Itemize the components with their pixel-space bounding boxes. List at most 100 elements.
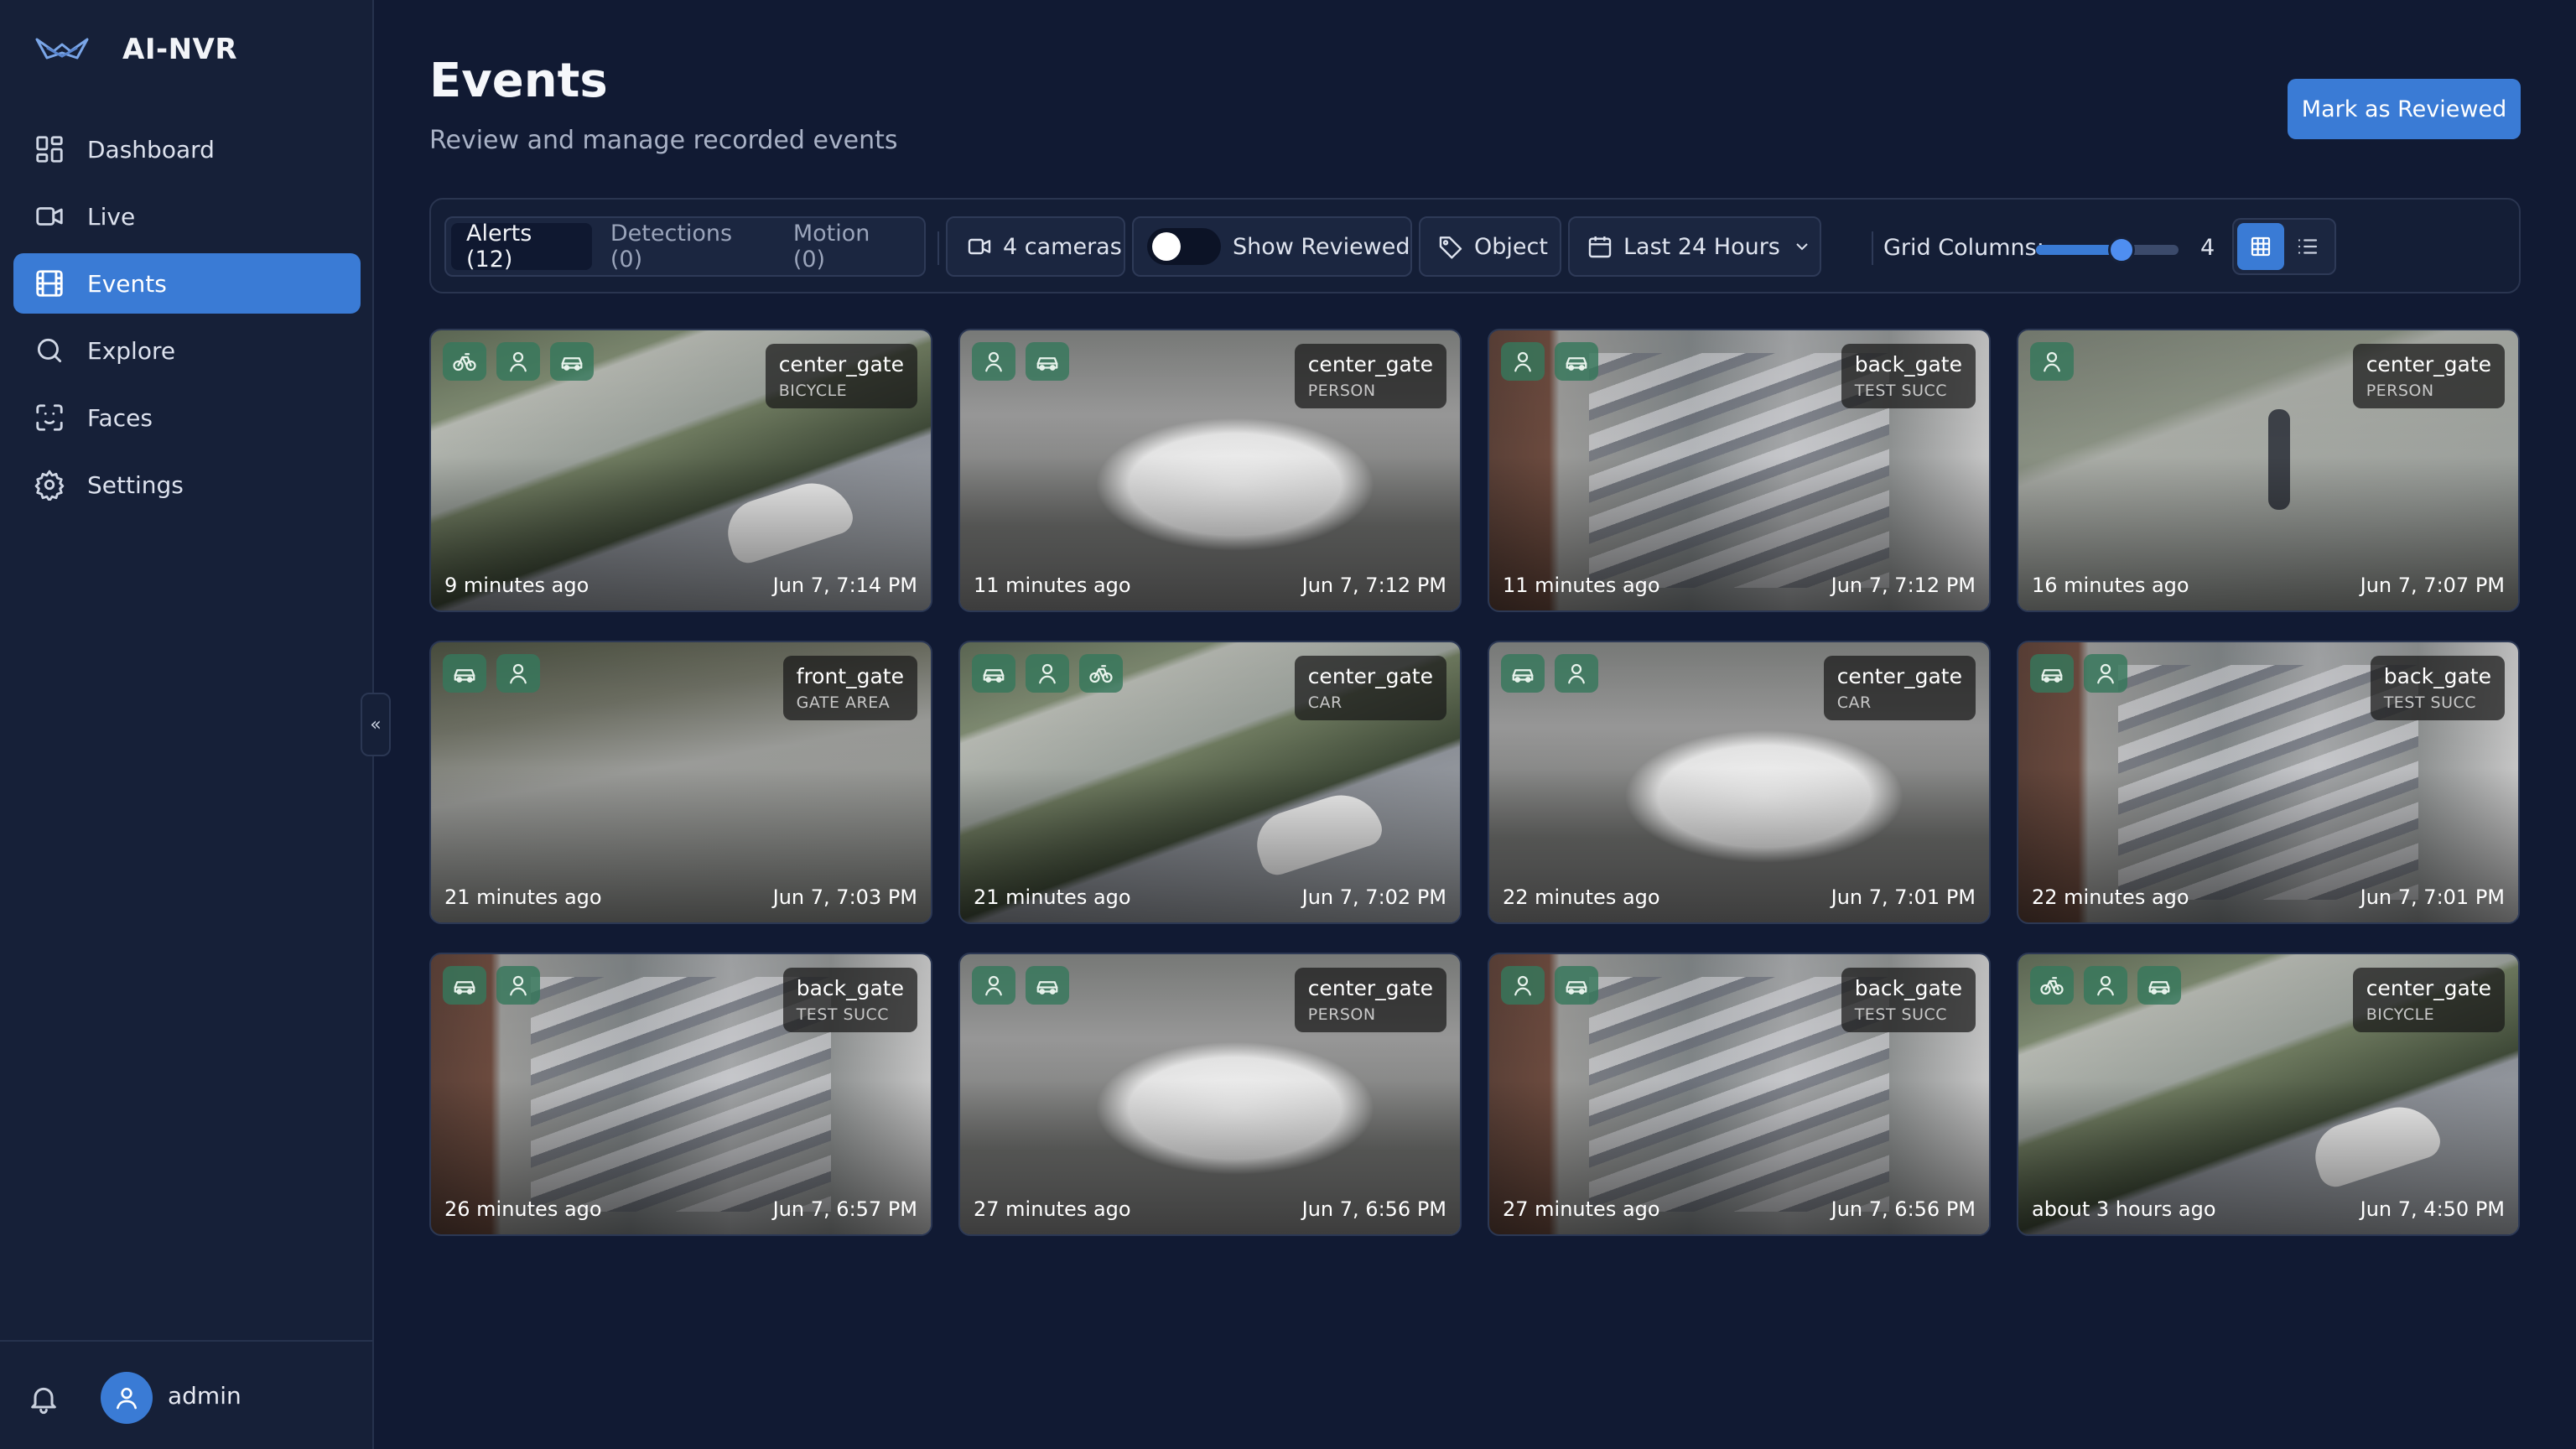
object-badges xyxy=(972,966,1079,1005)
event-card[interactable]: center_gate CAR 22 minutes ago Jun 7, 7:01 … xyxy=(1488,641,1991,924)
event-card[interactable]: back_gate TEST SUCC 22 minutes ago Jun 7, 7… xyxy=(2017,641,2520,924)
relative-time: about 3 hours ago xyxy=(2032,1197,2216,1221)
zone-label: BICYCLE xyxy=(2366,1005,2435,1024)
event-timestamp: Jun 7, 6:56 PM xyxy=(1831,1197,1976,1221)
video-icon xyxy=(34,200,87,232)
zone-label: CAR xyxy=(1307,693,1343,712)
event-card[interactable]: center_gate PERSON 16 minutes ago Jun 7, 7:… xyxy=(2017,329,2520,612)
grid-view-button[interactable] xyxy=(2237,223,2284,270)
sidebar-footer: admin xyxy=(0,1340,374,1449)
camera-name: center_gate xyxy=(2366,976,2491,1000)
camera-name: center_gate xyxy=(2366,352,2491,377)
app-root: AI-NVR Dashboard Live Events Explore Faces Se… xyxy=(0,0,2576,1449)
app-name: AI-NVR xyxy=(122,33,238,66)
event-card[interactable]: center_gate PERSON 27 minutes ago Jun 7, 6:… xyxy=(958,953,1462,1236)
divider xyxy=(1872,231,1873,265)
person-icon xyxy=(972,966,1015,1005)
camera-name: center_gate xyxy=(1836,664,1962,688)
grid-columns-value: 4 xyxy=(2200,235,2215,261)
sidebar-item-dashboard[interactable]: Dashboard xyxy=(13,119,361,179)
person-icon xyxy=(2030,342,2074,381)
grid-icon xyxy=(2251,236,2271,257)
camera-tag: center_gate PERSON xyxy=(1294,344,1446,408)
sidebar-item-faces[interactable]: Faces xyxy=(13,387,361,448)
show-reviewed-toggle[interactable]: Show Reviewed xyxy=(1132,216,1412,277)
person-icon xyxy=(972,342,1015,381)
event-timestamp: Jun 7, 7:12 PM xyxy=(1301,574,1446,597)
sidebar-item-explore[interactable]: Explore xyxy=(13,320,361,381)
mark-as-reviewed-button[interactable]: Mark as Reviewed xyxy=(2288,79,2521,139)
car-icon xyxy=(1501,654,1545,693)
camera-name: back_gate xyxy=(1854,352,1962,377)
dashboard-icon xyxy=(34,133,87,165)
relative-time: 9 minutes ago xyxy=(444,574,589,597)
page-subtitle: Review and manage recorded events xyxy=(429,126,898,155)
filter-toolbar: Alerts (12) Detections (0) Motion (0) 4 ca… xyxy=(429,198,2521,293)
event-card[interactable]: back_gate TEST SUCC 11 minutes ago Jun 7, 7… xyxy=(1488,329,1991,612)
username[interactable]: admin xyxy=(168,1382,242,1410)
time-range-label: Last 24 Hours xyxy=(1623,233,1780,260)
zone-label: GATE AREA xyxy=(796,693,891,712)
cameras-filter-button[interactable]: 4 cameras xyxy=(946,216,1125,277)
camera-name: back_gate xyxy=(1854,976,1962,1000)
object-filter-button[interactable]: Object xyxy=(1419,216,1561,277)
grid-columns-slider[interactable] xyxy=(2036,236,2179,263)
slider-thumb[interactable] xyxy=(2108,236,2135,263)
relative-time: 27 minutes ago xyxy=(1503,1197,1660,1221)
relative-time: 27 minutes ago xyxy=(974,1197,1131,1221)
tab-motion[interactable]: Motion (0) xyxy=(778,221,916,273)
sidebar-item-settings[interactable]: Settings xyxy=(13,454,361,515)
show-reviewed-switch[interactable] xyxy=(1147,228,1221,265)
avatar[interactable] xyxy=(101,1372,153,1424)
event-timestamp: Jun 7, 7:07 PM xyxy=(2360,574,2505,597)
event-card[interactable]: front_gate GATE AREA 21 minutes ago Jun 7, … xyxy=(429,641,932,924)
event-card[interactable]: center_gate BICYCLE about 3 hours ago Jun 7… xyxy=(2017,953,2520,1236)
person-icon xyxy=(1555,654,1598,693)
zone-label: CAR xyxy=(1836,693,1872,712)
event-card[interactable]: center_gate PERSON 11 minutes ago Jun 7, 7:… xyxy=(958,329,1462,612)
object-filter-label: Object xyxy=(1474,233,1548,260)
sidebar-item-label: Explore xyxy=(87,336,176,365)
object-badges xyxy=(1501,654,1608,693)
list-view-button[interactable] xyxy=(2284,223,2331,270)
bell-icon[interactable] xyxy=(27,1382,60,1415)
view-mode-toggle xyxy=(2232,218,2336,275)
camera-name: center_gate xyxy=(778,352,904,377)
sidebar-item-live[interactable]: Live xyxy=(13,186,361,247)
event-timestamp: Jun 7, 4:50 PM xyxy=(2360,1197,2505,1221)
sidebar-item-label: Live xyxy=(87,202,136,231)
event-timestamp: Jun 7, 7:12 PM xyxy=(1831,574,1976,597)
time-range-select[interactable]: Last 24 Hours xyxy=(1568,216,1821,277)
person-icon xyxy=(1501,342,1545,381)
camera-name: center_gate xyxy=(1307,664,1433,688)
event-card[interactable]: back_gate TEST SUCC 27 minutes ago Jun 7, 6… xyxy=(1488,953,1991,1236)
camera-name: back_gate xyxy=(796,976,904,1000)
object-badges xyxy=(972,654,1133,693)
camera-tag: back_gate TEST SUCC xyxy=(2370,656,2505,720)
person-icon xyxy=(2084,966,2127,1005)
event-card[interactable]: center_gate BICYCLE 9 minutes ago Jun 7, 7:… xyxy=(429,329,932,612)
zone-label: TEST SUCC xyxy=(2383,693,2477,712)
sidebar-item-events[interactable]: Events xyxy=(13,253,361,314)
camera-tag: front_gate GATE AREA xyxy=(782,656,917,720)
camera-name: back_gate xyxy=(2383,664,2491,688)
face-scan-icon xyxy=(34,402,87,434)
relative-time: 21 minutes ago xyxy=(974,886,1131,909)
person-icon xyxy=(496,654,540,693)
car-icon xyxy=(2137,966,2181,1005)
relative-time: 22 minutes ago xyxy=(2032,886,2189,909)
show-reviewed-label: Show Reviewed xyxy=(1233,233,1410,260)
tag-icon xyxy=(1439,236,1462,259)
tab-alerts[interactable]: Alerts (12) xyxy=(451,221,592,273)
camera-tag: center_gate BICYCLE xyxy=(2352,968,2505,1032)
event-card[interactable]: center_gate CAR 21 minutes ago Jun 7, 7:02 … xyxy=(958,641,1462,924)
sidebar: AI-NVR Dashboard Live Events Explore Faces Se… xyxy=(0,0,374,1449)
camera-tag: center_gate PERSON xyxy=(2352,344,2505,408)
sidebar-nav: Dashboard Live Events Explore Faces Settings xyxy=(13,119,361,522)
event-card[interactable]: back_gate TEST SUCC 26 minutes ago Jun 7, 6… xyxy=(429,953,932,1236)
object-badges xyxy=(2030,342,2084,381)
brand[interactable]: AI-NVR xyxy=(35,29,237,70)
tab-detections[interactable]: Detections (0) xyxy=(595,221,775,273)
camera-tag: center_gate CAR xyxy=(1823,656,1976,720)
relative-time: 26 minutes ago xyxy=(444,1197,602,1221)
